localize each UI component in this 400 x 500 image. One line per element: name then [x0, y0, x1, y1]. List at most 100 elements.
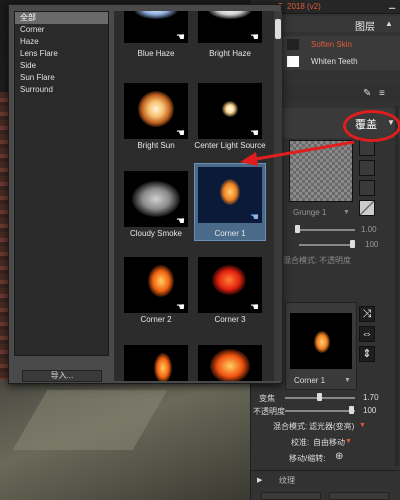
layer-item[interactable]: Soften Skin	[287, 37, 397, 52]
overlay-thumbnail[interactable]: ☚	[124, 11, 188, 43]
footer-button[interactable]	[329, 492, 389, 500]
layer-name: Soften Skin	[311, 40, 352, 49]
slider-knob[interactable]	[349, 406, 354, 414]
category-item[interactable]: Haze	[15, 36, 108, 48]
slider-knob[interactable]	[350, 240, 355, 248]
light-glow	[222, 101, 238, 117]
texture-slider-1[interactable]	[299, 229, 355, 231]
align-label: 校准:	[291, 438, 310, 447]
overlay-label: Corner 2	[140, 315, 172, 324]
crosshair-icon[interactable]: ⊕	[335, 451, 343, 462]
sun-glow	[138, 91, 174, 127]
layers-title: 图层	[355, 22, 375, 33]
texture-side-button[interactable]	[359, 160, 375, 176]
preview-name: Corner 1	[294, 376, 326, 385]
align-value[interactable]: 自由移动	[313, 437, 345, 448]
hand-icon: ☚	[250, 128, 259, 139]
minimize-icon[interactable]: ▁	[389, 0, 395, 9]
category-item[interactable]: Surround	[15, 84, 108, 96]
dropdown-arrow-icon[interactable]: ▼	[359, 422, 366, 429]
ground-image	[0, 380, 250, 500]
overlay-preview[interactable]	[290, 313, 352, 369]
layer-color-swatch	[287, 56, 299, 67]
category-item[interactable]: Lens Flare	[15, 48, 108, 60]
overlay-thumbnail[interactable]: ☚	[198, 83, 262, 139]
texture-slider-2[interactable]	[299, 244, 355, 246]
layer-item[interactable]: Whiten Teeth ≡	[287, 54, 397, 69]
flare-glow	[212, 265, 246, 295]
overlay-thumbnail[interactable]: ☚	[198, 11, 262, 43]
flare-glow	[148, 265, 174, 297]
footer-label: 纹理	[279, 476, 295, 485]
category-item[interactable]: Side	[15, 60, 108, 72]
overlay-thumbnail[interactable]	[124, 345, 188, 381]
collapse-icon[interactable]: ▲	[385, 19, 393, 28]
overlay-label: Cloudy Smoke	[129, 229, 183, 238]
slider-knob[interactable]	[317, 393, 322, 401]
scrollbar-thumb[interactable]	[275, 19, 281, 39]
texture-value-1: 1.00	[361, 225, 377, 234]
hand-icon: ☚	[250, 302, 259, 313]
overlay-label: Blue Haze	[137, 49, 175, 58]
overlay-thumbnail[interactable]: ☚	[198, 257, 262, 313]
haze-glow	[208, 11, 252, 19]
brush-icon[interactable]: ✎	[363, 88, 371, 99]
menu-icon[interactable]: ≡	[379, 88, 385, 99]
haze-glow	[134, 11, 178, 19]
texture-side-button[interactable]	[359, 140, 375, 156]
opacity-label: 不透明度	[253, 407, 285, 416]
blend-value[interactable]: 不透明度	[319, 255, 351, 266]
blend-mode-label: 混合模式:	[273, 422, 308, 431]
texture-value-2: 100	[365, 240, 379, 249]
dropdown-arrow-icon[interactable]: ▼	[345, 438, 352, 445]
hand-icon: ☚	[176, 216, 185, 227]
annotation-arrow	[240, 140, 355, 166]
dropdown-arrow-icon[interactable]: ▼	[344, 377, 351, 384]
overlay-label: Bright Haze	[209, 49, 251, 58]
overlay-label: Corner 1	[214, 229, 246, 238]
hand-icon: ☚	[176, 128, 185, 139]
move-label: 移动/缩转:	[289, 454, 326, 463]
version-label: 2018 (v2)	[287, 2, 321, 11]
overlay-preview-panel: Corner 1 ▼	[285, 302, 357, 390]
opacity-value: 100	[363, 406, 377, 415]
grid-scrollbar[interactable]	[274, 11, 282, 381]
layer-name: Whiten Teeth	[311, 57, 358, 66]
category-item[interactable]: Sun Flare	[15, 72, 108, 84]
flare-glow	[154, 353, 172, 381]
overlay-thumbnail[interactable]: ☚	[124, 83, 188, 139]
category-item[interactable]: 全部	[15, 12, 108, 24]
overlay-thumbnail[interactable]: ☚	[124, 257, 188, 313]
annotation-circle	[343, 110, 400, 142]
diagonal-icon[interactable]	[359, 200, 375, 216]
opacity-slider[interactable]	[285, 410, 355, 412]
overlay-label: Corner 3	[214, 315, 246, 324]
dropdown-arrow-icon[interactable]: ▼	[343, 209, 350, 216]
zoom-label: 变焦	[259, 394, 275, 403]
hand-icon: ☚	[176, 302, 185, 313]
flip-horizontal-button[interactable]: ⇔	[359, 326, 375, 342]
zoom-value: 1.70	[363, 393, 379, 402]
panel-divider	[251, 470, 400, 471]
blend-mode-value[interactable]: 滤光器(变亮)	[309, 421, 354, 432]
hand-icon: ☚	[250, 212, 259, 223]
footer-button[interactable]	[261, 492, 321, 500]
overlay-grid: ☚ Blue Haze ☚ Bright Haze ☚ Bright Sun ☚…	[114, 11, 274, 381]
panel-scrollbar[interactable]	[395, 106, 399, 466]
import-button[interactable]: 导入...	[22, 370, 102, 382]
shuffle-button[interactable]: ⤨	[359, 306, 375, 322]
flare-glow	[210, 349, 250, 381]
slider-knob[interactable]	[295, 225, 300, 233]
texture-side-button[interactable]	[359, 180, 375, 196]
category-list: 全部 Corner Haze Lens Flare Side Sun Flare…	[14, 11, 109, 356]
expand-icon[interactable]: ▶	[257, 476, 262, 484]
overlay-thumbnail[interactable]: ☚	[124, 171, 188, 227]
smoke-glow	[132, 181, 180, 217]
hand-icon: ☚	[250, 32, 259, 43]
overlay-thumbnail[interactable]	[198, 345, 262, 381]
flip-vertical-button[interactable]: ⇕	[359, 346, 375, 362]
flare-glow	[314, 331, 330, 353]
category-item[interactable]: Corner	[15, 24, 108, 36]
overlay-thumbnail[interactable]: ☚	[198, 167, 262, 223]
hand-icon: ☚	[176, 32, 185, 43]
